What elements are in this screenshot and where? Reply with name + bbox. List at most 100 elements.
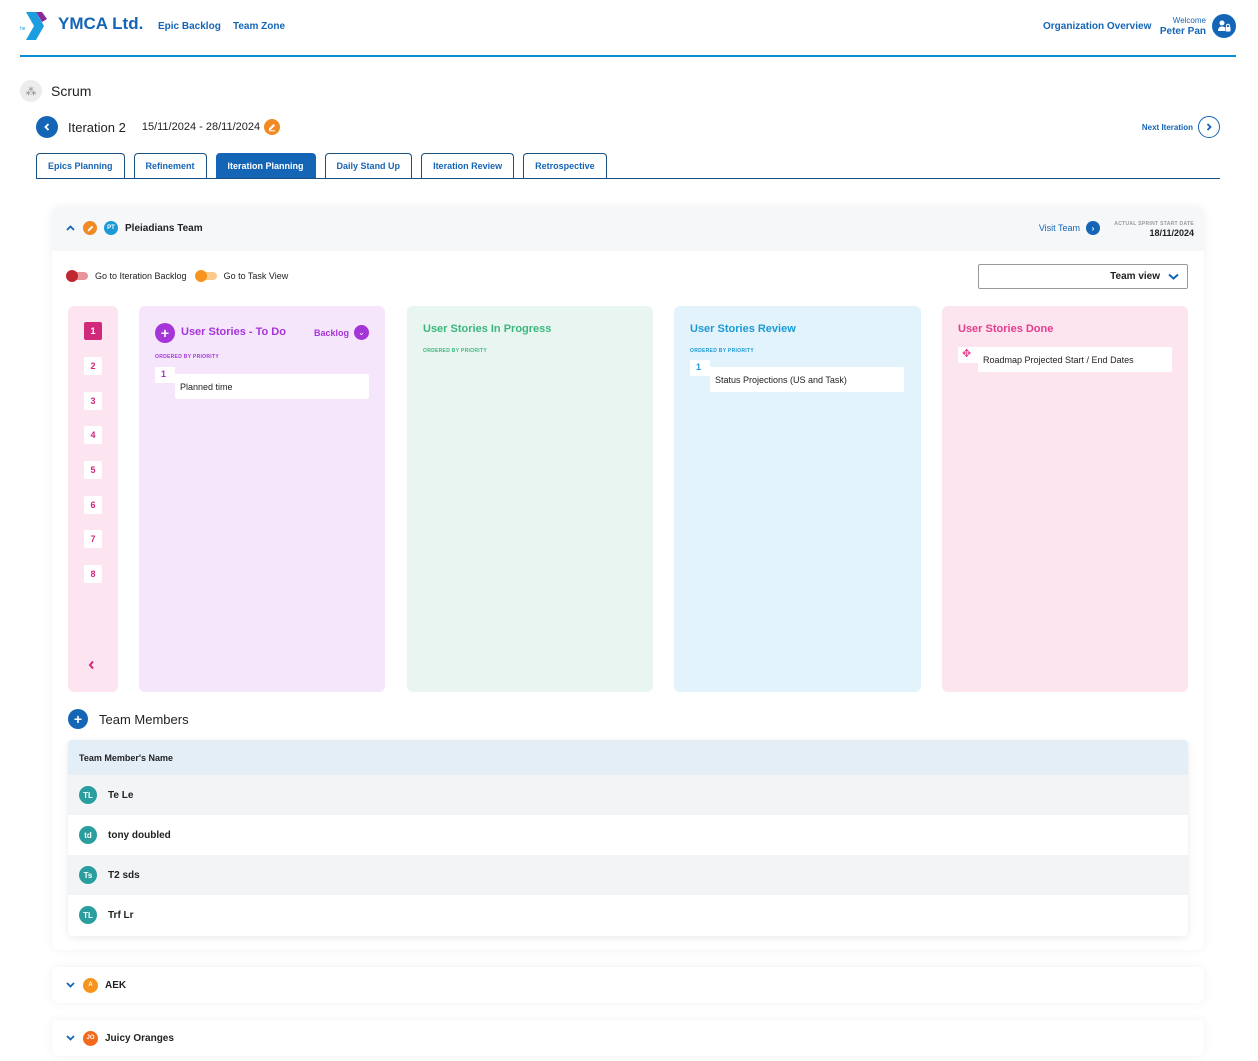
story-title[interactable]: Roadmap Projected Start / End Dates xyxy=(978,347,1172,372)
tab-daily-stand-up[interactable]: Daily Stand Up xyxy=(324,153,413,178)
edit-iteration-button[interactable] xyxy=(264,119,281,135)
page-button-2[interactable]: 2 xyxy=(84,357,102,375)
toggle-label: Go to Iteration Backlog xyxy=(95,271,187,281)
page-button-3[interactable]: 3 xyxy=(84,392,102,410)
next-iteration-label[interactable]: Next Iteration xyxy=(1142,123,1193,132)
visit-team-link[interactable]: Visit Team › xyxy=(1039,221,1100,235)
team-avatar: JO xyxy=(83,1030,98,1046)
welcome-label: Welcome xyxy=(1172,16,1206,25)
story-card[interactable]: 1 Status Projections (US and Task) xyxy=(690,360,904,392)
member-avatar: Ts xyxy=(79,866,97,884)
expand-team-button[interactable] xyxy=(64,1033,76,1044)
next-iteration-button[interactable] xyxy=(1198,116,1220,138)
user-menu-button[interactable] xyxy=(1212,14,1236,38)
member-avatar: TL xyxy=(79,786,97,804)
user-name: Peter Pan xyxy=(1159,26,1206,37)
toggle-track[interactable] xyxy=(66,270,88,282)
brand-name[interactable]: YMCA Ltd. xyxy=(58,14,143,34)
pencil-icon xyxy=(87,225,93,231)
nav-organization-overview[interactable]: Organization Overview xyxy=(1043,21,1151,32)
team-member-row[interactable]: Ts T2 sds xyxy=(68,855,1188,895)
team-members-title: Team Members xyxy=(99,711,189,727)
view-toggles: Go to Iteration Backlog Go to Task View xyxy=(66,270,298,282)
column-in-progress: User Stories In Progress ORDERED BY PRIO… xyxy=(407,306,653,692)
collapse-team-button[interactable] xyxy=(64,223,76,234)
page-button-6[interactable]: 6 xyxy=(84,496,102,514)
backlog-dropdown[interactable]: Backlog ⌄ xyxy=(314,325,369,340)
iteration-dates: 15/11/2024 - 28/11/2024 xyxy=(142,121,260,133)
chevron-down-icon xyxy=(1168,273,1179,280)
page-button-4[interactable]: 4 xyxy=(84,426,102,444)
expand-team-button[interactable] xyxy=(64,980,76,991)
member-avatar: TL xyxy=(79,906,97,924)
chevron-right-icon[interactable]: › xyxy=(1086,221,1100,235)
sprint-start-value: 18/11/2024 xyxy=(1149,228,1194,238)
column-done: User Stories Done ✥ Roadmap Projected St… xyxy=(942,306,1188,692)
page-button-8[interactable]: 8 xyxy=(84,565,102,583)
view-select-value[interactable]: Team view xyxy=(1110,271,1160,282)
team-panel-aek[interactable]: A AEK xyxy=(52,967,1204,1003)
chevron-up-icon xyxy=(65,224,75,231)
chevron-down-icon xyxy=(65,981,75,988)
member-name: T2 sds xyxy=(108,869,140,881)
story-card[interactable]: 1 Planned time xyxy=(155,367,369,399)
tab-iteration-planning[interactable]: Iteration Planning xyxy=(215,153,316,178)
page-title: Scrum xyxy=(51,83,92,99)
team-member-row[interactable]: td tony doubled xyxy=(68,815,1188,855)
edit-team-button[interactable] xyxy=(83,221,97,235)
nav-epic-backlog[interactable]: Epic Backlog xyxy=(158,21,221,32)
story-title[interactable]: Status Projections (US and Task) xyxy=(710,367,904,392)
team-member-row[interactable]: TL Trf Lr xyxy=(68,895,1188,935)
svg-text:he: he xyxy=(20,26,26,32)
iteration-name: Iteration 2 xyxy=(68,119,126,135)
collapse-pages-button[interactable] xyxy=(88,658,95,673)
ordered-label: ORDERED BY PRIORITY xyxy=(690,348,754,354)
previous-iteration-button[interactable] xyxy=(36,116,58,138)
tab-epics-planning[interactable]: Epics Planning xyxy=(36,153,125,178)
team-avatar: A xyxy=(83,977,98,993)
toggle-knob[interactable] xyxy=(194,270,207,282)
add-user-story-button[interactable]: + xyxy=(155,323,175,343)
scrum-runner-icon: ⁂ xyxy=(20,80,42,102)
toggle-track[interactable] xyxy=(194,270,217,282)
team-panel-header: PT Pleiadians Team Visit Team › ACTUAL S… xyxy=(52,207,1204,251)
next-iteration-link[interactable]: Next Iteration xyxy=(1142,116,1220,138)
column-title: User Stories Review xyxy=(690,323,796,335)
page-button-5[interactable]: 5 xyxy=(84,461,102,479)
pencil-icon xyxy=(269,124,276,132)
add-team-member-button[interactable]: + xyxy=(68,709,88,729)
column-review: User Stories Review ORDERED BY PRIORITY … xyxy=(674,306,921,692)
page-button-7[interactable]: 7 xyxy=(84,530,102,548)
team-member-row[interactable]: TL Te Le xyxy=(68,775,1188,815)
toggle-label: Go to Task View xyxy=(223,271,289,281)
toggle-knob[interactable] xyxy=(66,270,78,282)
member-name: Trf Lr xyxy=(108,909,134,921)
backlog-label[interactable]: Backlog xyxy=(314,328,349,338)
welcome-block: Welcome Peter Pan xyxy=(1160,17,1206,37)
tab-iteration-review[interactable]: Iteration Review xyxy=(421,153,515,178)
page-button-1[interactable]: 1 xyxy=(84,322,102,340)
tab-refinement[interactable]: Refinement xyxy=(133,153,207,178)
toggle-task-view[interactable]: Go to Task View xyxy=(194,270,289,282)
team-panel-juicy-oranges[interactable]: JO Juicy Oranges xyxy=(52,1020,1204,1056)
team-name: Pleiadians Team xyxy=(125,222,203,234)
move-icon[interactable]: ✥ xyxy=(958,347,978,363)
team-panel-pleiadians: PT Pleiadians Team Visit Team › ACTUAL S… xyxy=(52,207,1204,950)
column-title: User Stories In Progress xyxy=(423,323,552,335)
date-separator: - xyxy=(199,121,203,133)
visit-team-label[interactable]: Visit Team xyxy=(1039,223,1080,233)
member-name: Te Le xyxy=(108,789,134,801)
chevron-down-icon[interactable]: ⌄ xyxy=(354,325,369,340)
member-name: tony doubled xyxy=(108,829,171,841)
story-card[interactable]: ✥ Roadmap Projected Start / End Dates xyxy=(958,347,1172,373)
view-select[interactable]: Team view xyxy=(978,264,1188,289)
team-members-list: TL Te Le td tony doubled Ts T2 sds TL Tr… xyxy=(68,775,1188,935)
column-title: User Stories - To Do xyxy=(181,326,286,338)
tab-retrospective[interactable]: Retrospective xyxy=(523,153,607,178)
story-priority: 1 xyxy=(155,367,175,383)
toggle-iteration-backlog[interactable]: Go to Iteration Backlog xyxy=(66,270,187,282)
story-title[interactable]: Planned time xyxy=(175,374,369,399)
nav-team-zone[interactable]: Team Zone xyxy=(233,21,285,32)
sprint-start-label: ACTUAL SPRINT START DATE xyxy=(1114,221,1194,227)
team-members-header: + Team Members xyxy=(68,709,189,729)
